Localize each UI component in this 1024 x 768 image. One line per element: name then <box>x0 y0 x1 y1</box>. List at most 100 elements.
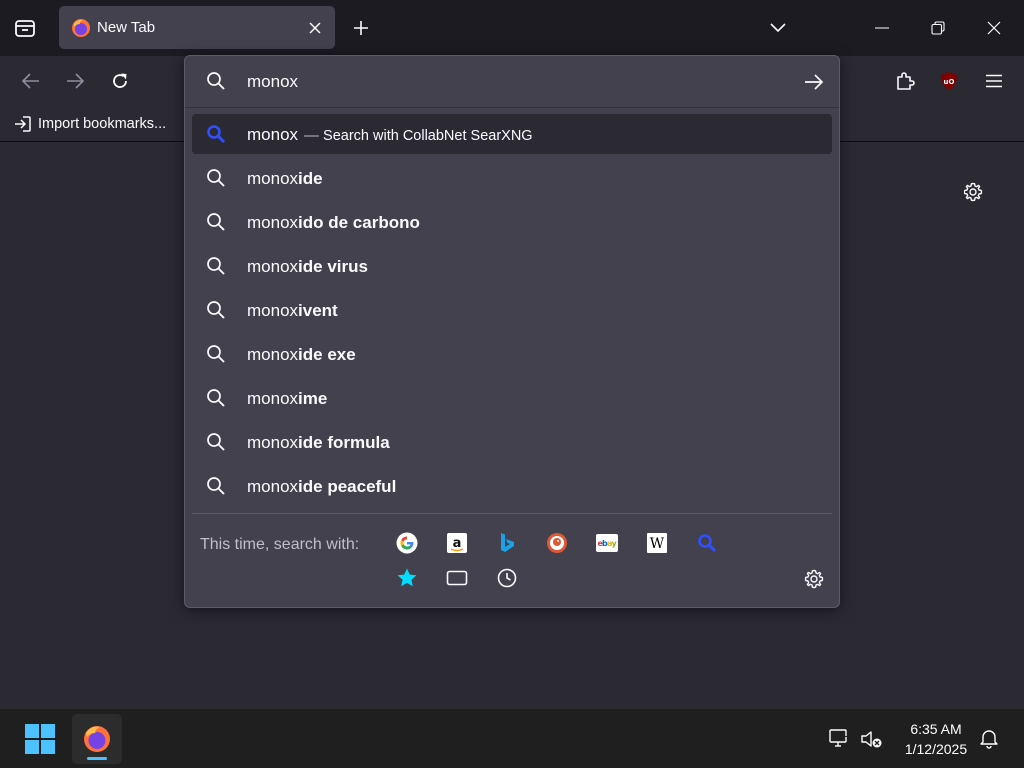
engine-ebay-button[interactable]: e b a y <box>594 530 620 556</box>
suggestion-list: monox — Search with CollabNet SearXNG mono… <box>192 114 832 510</box>
suggestion-row-searxng[interactable]: monox — Search with CollabNet SearXNG <box>192 114 832 154</box>
puzzle-piece-icon <box>897 72 915 90</box>
volume-tray-button[interactable] <box>860 728 884 750</box>
network-tray-button[interactable] <box>828 728 852 750</box>
chevron-down-icon <box>770 23 786 33</box>
engine-searxng-button[interactable] <box>694 530 720 556</box>
search-tabs-button[interactable] <box>444 565 470 591</box>
suggestion-typed-text: monox <box>247 345 299 364</box>
speaker-muted-icon <box>861 731 882 748</box>
suggestion-row[interactable]: monoxide virus <box>192 246 832 286</box>
arrow-right-icon <box>805 74 824 90</box>
one-off-search-label: This time, search with: <box>200 536 360 553</box>
search-bookmarks-button[interactable] <box>394 565 420 591</box>
search-icon <box>207 345 225 363</box>
searxng-icon <box>698 534 717 553</box>
firefox-logo-icon <box>84 726 110 752</box>
address-bar <box>185 56 839 106</box>
tab-title: New Tab <box>97 19 156 36</box>
svg-text:uO: uO <box>944 78 955 86</box>
google-icon <box>396 532 418 554</box>
divider <box>185 107 839 108</box>
minimize-button[interactable] <box>856 8 908 48</box>
ublock-origin-icon: uO <box>941 72 957 90</box>
search-icon <box>207 169 225 187</box>
ebay-icon: e b a y <box>596 534 618 552</box>
amazon-icon: a <box>447 533 467 553</box>
engine-bing-button[interactable] <box>494 530 520 556</box>
address-bar-input[interactable] <box>247 71 787 93</box>
window-close-button[interactable] <box>968 8 1020 48</box>
divider <box>192 513 832 514</box>
network-disconnected-icon <box>829 729 849 747</box>
suggestion-row[interactable]: monoxide formula <box>192 422 832 462</box>
close-icon <box>987 21 1001 35</box>
arrow-right-icon <box>67 73 84 89</box>
suggestion-completion: ide peaceful <box>298 477 397 496</box>
new-tab-button[interactable] <box>344 11 378 45</box>
suggestion-dash: — <box>304 127 320 144</box>
system-clock[interactable]: 6:35 AM 1/12/2025 <box>896 719 976 759</box>
engine-amazon-button[interactable]: a <box>444 530 470 556</box>
forward-button[interactable] <box>58 64 92 98</box>
customize-new-tab-button[interactable] <box>956 175 990 209</box>
hamburger-menu-icon <box>986 74 1002 88</box>
plus-icon <box>354 21 368 35</box>
suggestion-completion: ime <box>298 389 328 408</box>
import-bookmarks-label: Import bookmarks... <box>38 116 167 132</box>
clock-time: 6:35 AM <box>910 721 962 737</box>
extensions-button[interactable] <box>888 64 922 98</box>
suggestion-typed-text: monox <box>247 301 299 320</box>
import-bookmarks-button[interactable]: Import bookmarks... <box>14 112 166 136</box>
suggestion-row[interactable]: monoxime <box>192 378 832 418</box>
go-button[interactable] <box>799 68 829 96</box>
suggestion-typed-text: monox <box>247 257 299 276</box>
suggestion-completion: ide <box>298 169 323 188</box>
bell-icon <box>980 730 998 749</box>
minimize-icon <box>875 27 889 29</box>
search-history-button[interactable] <box>494 565 520 591</box>
start-button[interactable] <box>24 723 56 755</box>
history-clock-icon <box>497 568 517 588</box>
list-all-tabs-button[interactable] <box>762 12 794 44</box>
app-menu-button[interactable] <box>977 64 1011 98</box>
engine-wikipedia-button[interactable]: W <box>644 530 670 556</box>
search-icon <box>207 477 225 495</box>
suggestion-row[interactable]: monoxide peaceful <box>192 466 832 506</box>
svg-text:a: a <box>453 536 462 551</box>
suggestion-action-label: Search with CollabNet SearXNG <box>323 128 533 144</box>
svg-text:W: W <box>650 536 665 552</box>
tab-new-tab[interactable]: New Tab <box>59 6 335 49</box>
suggestion-typed-text: monox <box>247 213 299 232</box>
search-icon <box>207 301 225 319</box>
suggestion-row[interactable]: monoxide exe <box>192 334 832 374</box>
suggestion-typed-text: monox <box>247 477 299 496</box>
gear-icon <box>804 569 824 589</box>
reload-button[interactable] <box>103 64 137 98</box>
search-icon <box>207 433 225 451</box>
restore-button[interactable] <box>912 8 964 48</box>
firefox-view-icon <box>15 20 35 37</box>
notifications-button[interactable] <box>978 727 1000 749</box>
suggestion-row[interactable]: monoxido de carbono <box>192 202 832 242</box>
svg-text:y: y <box>612 539 618 548</box>
back-button[interactable] <box>14 64 48 98</box>
searxng-icon <box>207 125 226 144</box>
engine-duckduckgo-button[interactable] <box>544 530 570 556</box>
bing-icon <box>501 533 514 552</box>
firefox-view-button[interactable] <box>6 10 44 46</box>
firefox-logo-icon <box>72 19 90 37</box>
suggestion-typed-text: monox <box>247 433 299 452</box>
suggestion-row[interactable]: monoxide <box>192 158 832 198</box>
engine-google-button[interactable] <box>394 530 420 556</box>
search-settings-button[interactable] <box>801 566 827 592</box>
restore-icon <box>931 21 945 35</box>
search-icon <box>207 72 225 90</box>
tabs-icon <box>446 570 468 586</box>
suggestion-completion: ide exe <box>298 345 356 364</box>
suggestion-row[interactable]: monoxivent <box>192 290 832 330</box>
address-bar-dropdown: monox —Search with CollabNet SearXNG mono… <box>184 55 840 608</box>
tab-close-button[interactable] <box>303 16 327 40</box>
ublock-origin-button[interactable]: uO <box>932 64 966 98</box>
search-icon <box>207 257 225 275</box>
